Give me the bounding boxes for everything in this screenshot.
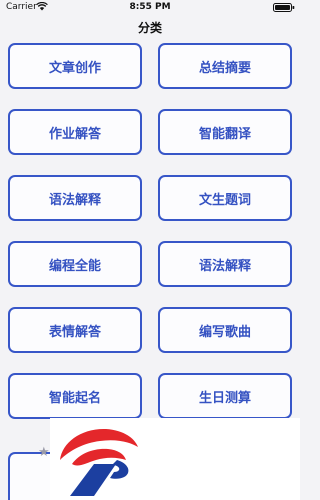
brand-logo bbox=[60, 428, 138, 496]
category-button-translation[interactable]: 智能翻译 bbox=[158, 109, 292, 155]
category-button-grammar[interactable]: 语法解释 bbox=[8, 175, 142, 221]
category-button-article-writing[interactable]: 文章创作 bbox=[8, 43, 142, 89]
category-grid: 文章创作 总结摘要 作业解答 智能翻译 语法解释 文生题词 编程全能 语法解释 … bbox=[8, 43, 294, 419]
category-button-summary[interactable]: 总结摘要 bbox=[158, 43, 292, 89]
page-title: 分类 bbox=[137, 21, 162, 35]
category-button-naming[interactable]: 智能起名 bbox=[8, 373, 142, 419]
category-button-programming[interactable]: 编程全能 bbox=[8, 241, 142, 287]
status-time: 8:55 PM bbox=[129, 2, 171, 12]
category-button-emoji[interactable]: 表情解答 bbox=[8, 307, 142, 353]
category-button-grammar-2[interactable]: 语法解释 bbox=[158, 241, 292, 287]
category-button-birthday[interactable]: 生日测算 bbox=[158, 373, 292, 419]
status-bar: Carrier 8:55 PM bbox=[0, 0, 300, 14]
category-button-songwriting[interactable]: 编写歌曲 bbox=[158, 307, 292, 353]
battery-icon bbox=[273, 3, 295, 12]
category-button-text-to-prompt[interactable]: 文生题词 bbox=[158, 175, 292, 221]
logo-overlay bbox=[50, 418, 300, 500]
category-button-homework[interactable]: 作业解答 bbox=[8, 109, 142, 155]
